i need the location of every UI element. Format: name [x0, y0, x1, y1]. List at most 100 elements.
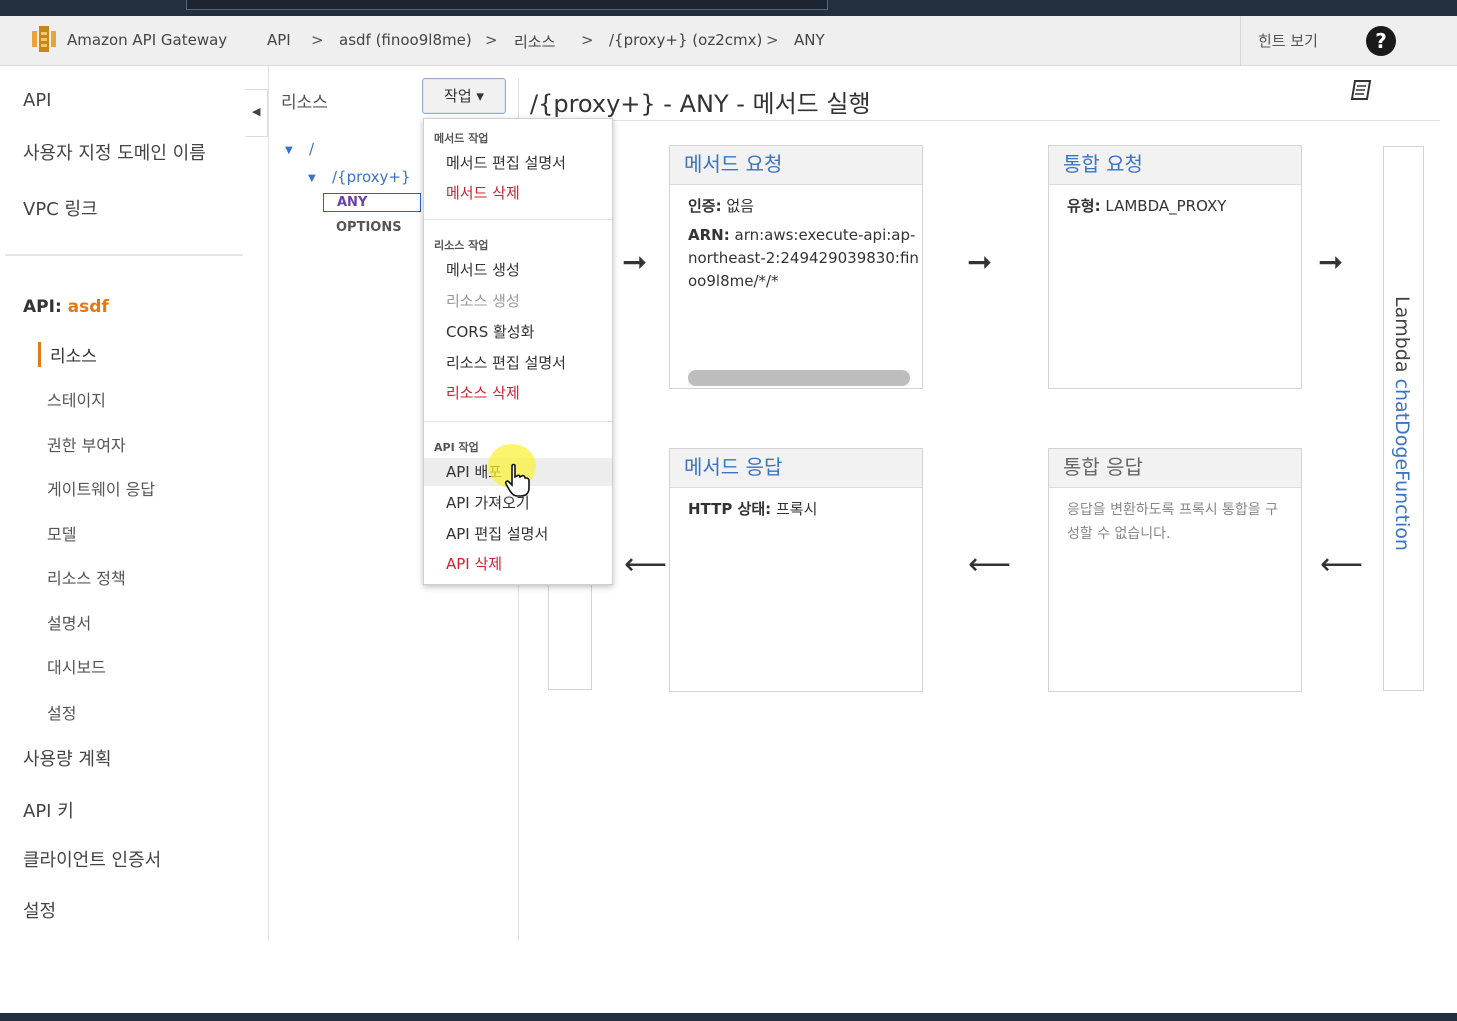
auth-value: 없음	[726, 197, 754, 215]
method-request-header[interactable]: 메서드 요청	[670, 146, 922, 185]
integration-request-header[interactable]: 통합 요청	[1049, 146, 1301, 185]
tree-options-method[interactable]: OPTIONS	[336, 220, 402, 235]
breadcrumb-bar: Amazon API Gateway API > asdf (finoo9l8m…	[0, 16, 1457, 66]
sidebar-item-gateway-responses[interactable]: 게이트웨이 응답	[47, 476, 155, 500]
create-resource-item[interactable]: 리소스 생성	[446, 290, 520, 311]
auth-label: 인증:	[688, 197, 722, 215]
divider	[1240, 16, 1241, 65]
show-hints-button[interactable]: 힌트 보기	[1258, 30, 1318, 51]
breadcrumb-resource[interactable]: /{proxy+} (oz2cmx)	[609, 31, 762, 49]
edit-api-documentation-item[interactable]: API 편집 설명서	[446, 523, 548, 544]
expand-caret-icon[interactable]: ▼	[285, 145, 293, 156]
bottom-bar	[0, 1013, 1457, 1021]
client-box	[548, 583, 592, 690]
left-sidebar: API 사용자 지정 도메인 이름 VPC 링크 API: asdf 리소스 스…	[0, 66, 269, 940]
top-navbar	[0, 0, 1457, 16]
sidebar-item-settings[interactable]: 설정	[23, 897, 56, 923]
api-name-label[interactable]: asdf	[68, 297, 109, 317]
breadcrumb-separator: >	[581, 31, 594, 49]
sidebar-item-vpc-links[interactable]: VPC 링크	[23, 195, 98, 221]
chevron-left-icon: ◀	[252, 105, 261, 118]
sidebar-item-resource-policy[interactable]: 리소스 정책	[47, 565, 126, 589]
method-response-box: 메서드 응답 HTTP 상태: 프록시	[669, 448, 923, 692]
delete-resource-item[interactable]: 리소스 삭제	[446, 382, 520, 403]
method-request-body: 인증: 없음 ARN: arn:aws:execute-api:ap-north…	[670, 185, 922, 306]
lambda-function-link[interactable]: chatDogeFunction	[1391, 379, 1413, 551]
breadcrumb-resources[interactable]: 리소스	[514, 31, 555, 52]
create-method-item[interactable]: 메서드 생성	[446, 259, 520, 280]
actions-dropdown-button[interactable]: 작업 ▾	[422, 78, 506, 114]
breadcrumb-separator: >	[311, 31, 324, 49]
delete-api-item[interactable]: API 삭제	[446, 553, 502, 574]
integration-request-body: 유형: LAMBDA_PROXY	[1049, 185, 1301, 228]
help-icon[interactable]: ?	[1366, 26, 1396, 56]
sidebar-item-custom-domains[interactable]: 사용자 지정 도메인 이름	[23, 139, 206, 165]
arrow-left-icon: ⟵	[624, 547, 668, 582]
expand-caret-icon[interactable]: ▼	[308, 173, 316, 184]
edit-resource-documentation-item[interactable]: 리소스 편집 설명서	[446, 352, 566, 373]
sidebar-divider	[5, 254, 243, 256]
sidebar-item-dashboard[interactable]: 대시보드	[47, 654, 106, 678]
delete-method-item[interactable]: 메서드 삭제	[446, 182, 520, 203]
arn-row: ARN: arn:aws:execute-api:ap-northeast-2:…	[688, 224, 922, 296]
integration-response-header: 통합 응답	[1049, 449, 1301, 488]
horizontal-scrollbar[interactable]	[688, 370, 910, 386]
tree-root[interactable]: /	[309, 140, 314, 158]
sidebar-item-api-keys[interactable]: API 키	[23, 797, 74, 823]
sidebar-item-stages[interactable]: 스테이지	[47, 387, 106, 411]
http-status-value: 프록시	[775, 500, 818, 518]
arrow-left-icon: ⟵	[1320, 547, 1364, 582]
sidebar-item-authorizers[interactable]: 권한 부여자	[47, 432, 126, 456]
arrow-right-icon: ➞	[622, 245, 648, 280]
type-label: 유형:	[1067, 197, 1101, 215]
resources-title: 리소스	[281, 93, 328, 113]
breadcrumb-api-name[interactable]: asdf (finoo9l8me)	[339, 31, 472, 49]
tree-proxy-resource[interactable]: /{proxy+}	[332, 168, 411, 186]
method-actions-header: 메서드 작업	[434, 132, 489, 145]
integration-request-box: 통합 요청 유형: LAMBDA_PROXY	[1048, 145, 1302, 389]
hand-cursor-icon	[504, 463, 530, 497]
enable-cors-item[interactable]: CORS 활성화	[446, 321, 534, 342]
sidebar-item-apis[interactable]: API	[23, 90, 51, 111]
breadcrumb-api[interactable]: API	[267, 31, 291, 49]
service-name[interactable]: Amazon API Gateway	[67, 31, 227, 49]
breadcrumb-separator: >	[766, 31, 779, 49]
lambda-label: Lambda chatDogeFunction	[1391, 296, 1413, 551]
arrow-left-icon: ⟵	[968, 547, 1012, 582]
actions-dropdown-menu: 메서드 작업 메서드 편집 설명서 메서드 삭제 리소스 작업 메서드 생성 리…	[423, 118, 613, 585]
scrollbar-thumb[interactable]	[688, 370, 910, 386]
auth-row: 인증: 없음	[688, 195, 904, 218]
title-divider	[530, 120, 1440, 121]
sidebar-item-client-certificates[interactable]: 클라이언트 인증서	[23, 846, 161, 872]
breadcrumb-method: ANY	[794, 31, 825, 49]
breadcrumb-separator: >	[485, 31, 498, 49]
api-prefix-label: API:	[23, 297, 62, 317]
documentation-book-icon[interactable]	[1349, 77, 1375, 103]
global-search-bar[interactable]	[186, 0, 828, 10]
method-response-header[interactable]: 메서드 응답	[670, 449, 922, 488]
sidebar-item-resources[interactable]: 리소스	[38, 342, 97, 367]
edit-method-documentation-item[interactable]: 메서드 편집 설명서	[446, 152, 566, 173]
sidebar-item-documentation[interactable]: 설명서	[47, 610, 91, 634]
method-request-box: 메서드 요청 인증: 없음 ARN: arn:aws:execute-api:a…	[669, 145, 923, 389]
sidebar-item-models[interactable]: 모델	[47, 521, 76, 545]
arrow-right-icon: ➞	[967, 245, 993, 280]
method-response-body: HTTP 상태: 프록시	[670, 488, 922, 531]
arn-label: ARN:	[688, 226, 730, 244]
lambda-prefix: Lambda	[1391, 296, 1413, 373]
page-title: /{proxy+} - ANY - 메서드 실행	[530, 90, 871, 118]
menu-divider	[424, 219, 612, 220]
collapse-sidebar-button[interactable]: ◀	[245, 89, 268, 137]
integration-response-box: 통합 응답 응답을 변환하도록 프록시 통합을 구성할 수 없습니다.	[1048, 448, 1302, 692]
resource-actions-header: 리소스 작업	[434, 239, 489, 252]
sidebar-api-title: API: asdf	[23, 297, 109, 317]
sidebar-item-api-settings[interactable]: 설정	[47, 700, 76, 724]
integration-response-note: 응답을 변환하도록 프록시 통합을 구성할 수 없습니다.	[1067, 502, 1278, 542]
sidebar-item-usage-plans[interactable]: 사용량 계획	[23, 745, 112, 771]
http-status-label: HTTP 상태:	[688, 500, 772, 518]
api-actions-header: API 작업	[434, 441, 479, 454]
api-gateway-logo-icon[interactable]	[29, 24, 59, 54]
tree-any-method[interactable]: ANY	[323, 193, 421, 212]
menu-divider	[424, 421, 612, 422]
integration-response-body: 응답을 변환하도록 프록시 통합을 구성할 수 없습니다.	[1049, 488, 1301, 556]
